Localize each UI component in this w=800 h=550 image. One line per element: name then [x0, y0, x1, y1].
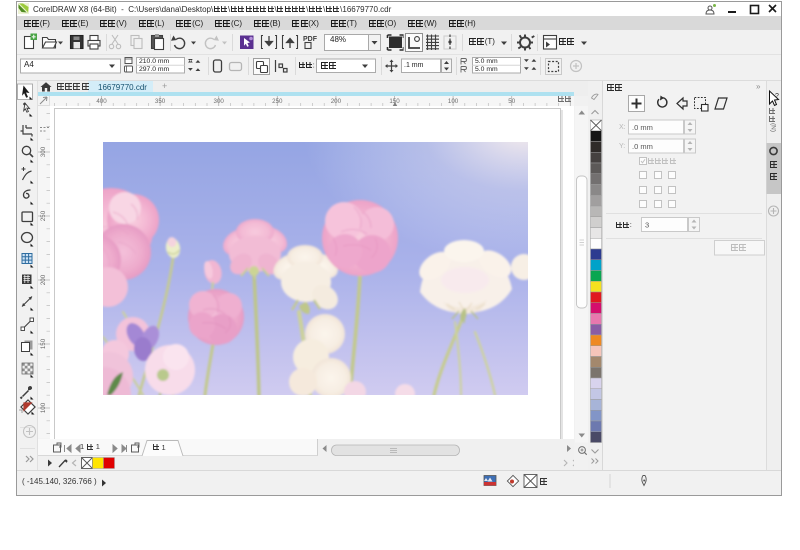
- svg-text:100: 100: [40, 402, 47, 413]
- svg-text:100: 100: [448, 98, 459, 105]
- svg-text:350: 350: [155, 98, 166, 105]
- svg-text:Y:: Y:: [619, 143, 625, 150]
- svg-text:300: 300: [40, 146, 47, 157]
- svg-text:150: 150: [40, 338, 47, 349]
- svg-text:?: ?: [775, 93, 779, 100]
- svg-text:400: 400: [96, 98, 107, 105]
- svg-text:300: 300: [214, 98, 225, 105]
- svg-text:250: 250: [40, 210, 47, 221]
- svg-text:250: 250: [272, 98, 283, 105]
- svg-text:50: 50: [508, 98, 515, 105]
- svg-text:200: 200: [331, 98, 342, 105]
- svg-text:X:: X:: [619, 124, 626, 131]
- svg-text:3: 3: [645, 221, 649, 230]
- svg-text:.0 mm: .0 mm: [632, 123, 653, 132]
- svg-text:.0 mm: .0 mm: [632, 142, 653, 151]
- svg-text:200: 200: [40, 274, 47, 285]
